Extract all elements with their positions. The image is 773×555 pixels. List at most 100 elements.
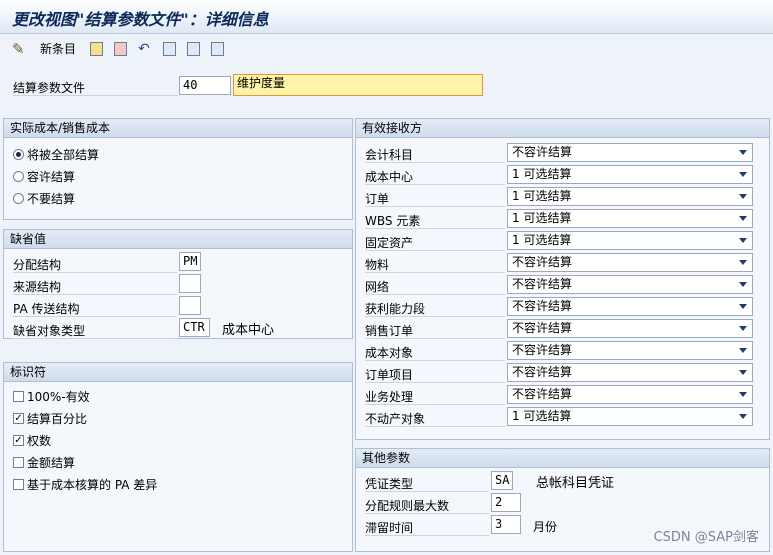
receiver-label: 网络 (365, 280, 390, 294)
receiver-dropdown[interactable]: 不容许结算 (507, 275, 753, 294)
receiver-label: 会计科目 (365, 148, 414, 162)
receiver-dropdown-value: 不容许结算 (512, 255, 573, 269)
checkbox-icon (13, 457, 24, 468)
radio-icon (13, 193, 24, 204)
receiver-dropdown-value: 1 可选结算 (512, 233, 572, 247)
receiver-dropdown[interactable]: 不容许结算 (507, 297, 753, 316)
row-divider (365, 294, 505, 295)
max-distribution-rules-field[interactable]: 2 (491, 493, 521, 512)
residence-time-field[interactable]: 3 (491, 515, 521, 534)
valid-receivers-title: 有效接收方 (356, 119, 769, 138)
chevron-down-icon (739, 304, 747, 309)
default-object-type-field[interactable]: CTR (179, 318, 210, 337)
receiver-dropdown[interactable]: 1 可选结算 (507, 187, 753, 206)
row-divider (365, 535, 489, 536)
allocation-structure-field[interactable]: PM (179, 252, 201, 271)
row-divider (13, 316, 177, 317)
checkbox-label: 100%-有效 (27, 390, 90, 404)
chevron-down-icon (739, 216, 747, 221)
chevron-down-icon (739, 282, 747, 287)
radio-no-settle[interactable]: 不要结算 (13, 190, 75, 207)
row-divider (365, 228, 505, 229)
receiver-dropdown[interactable]: 不容许结算 (507, 385, 753, 404)
previous-entry-icon[interactable] (163, 40, 176, 57)
profile-code-field[interactable]: 40 (179, 76, 231, 95)
row-divider (13, 338, 177, 339)
next-entry-icon[interactable] (187, 40, 200, 57)
document-type-field[interactable]: SA (491, 471, 513, 490)
new-entries-label: 新条目 (40, 42, 77, 56)
chevron-down-icon (739, 392, 747, 397)
receiver-label: 成本中心 (365, 170, 414, 184)
row-divider (365, 206, 505, 207)
radio-allow-settle[interactable]: 容许结算 (13, 168, 75, 185)
checkbox-icon (13, 479, 24, 490)
receiver-dropdown[interactable]: 不容许结算 (507, 253, 753, 272)
pa-transfer-structure-field[interactable] (179, 296, 201, 315)
receiver-dropdown-value: 不容许结算 (512, 299, 573, 313)
source-structure-field[interactable] (179, 274, 201, 293)
residence-time-unit: 月份 (533, 520, 558, 534)
chevron-down-icon (739, 194, 747, 199)
receiver-dropdown[interactable]: 1 可选结算 (507, 231, 753, 250)
row-divider (365, 404, 505, 405)
defaults-title: 缺省值 (4, 230, 352, 249)
receiver-dropdown-value: 1 可选结算 (512, 167, 572, 181)
checkmark-icon: ✓ (13, 413, 24, 424)
radio-selected-icon (13, 149, 24, 160)
profile-underline (13, 95, 178, 96)
chevron-down-icon (739, 326, 747, 331)
checkbox-amount-settlement[interactable]: 金额结算 (13, 454, 75, 471)
checkbox-settle-percentage[interactable]: ✓ 结算百分比 (13, 410, 87, 427)
row-divider (365, 491, 489, 492)
copy-icon[interactable] (90, 40, 103, 57)
receiver-dropdown[interactable]: 1 可选结算 (507, 165, 753, 184)
receiver-dropdown-value: 不容许结算 (512, 277, 573, 291)
receiver-dropdown[interactable]: 1 可选结算 (507, 209, 753, 228)
select-block-icon[interactable] (211, 40, 224, 57)
receiver-label: 固定资产 (365, 236, 414, 250)
application-toolbar: ✎ 新条目 ↶ (0, 36, 773, 62)
new-entries-button[interactable]: 新条目 (40, 40, 76, 57)
defaults-row-label: 分配结构 (13, 258, 62, 272)
receiver-dropdown-value: 不容许结算 (512, 343, 573, 357)
checkbox-weights[interactable]: ✓ 权数 (13, 432, 51, 449)
row-divider (365, 250, 505, 251)
row-divider (365, 382, 505, 383)
receiver-dropdown[interactable]: 1 可选结算 (507, 407, 753, 426)
other-row-label: 滞留时间 (365, 521, 414, 535)
receiver-label: 销售订单 (365, 324, 414, 338)
edit-pencil-icon[interactable]: ✎ (12, 40, 25, 58)
document-type-desc: 总帐科目凭证 (536, 476, 615, 491)
other-params-title: 其他参数 (356, 449, 769, 468)
receiver-dropdown-value: 不容许结算 (512, 321, 573, 335)
receiver-dropdown[interactable]: 不容许结算 (507, 143, 753, 162)
radio-settle-full[interactable]: 将被全部结算 (13, 146, 99, 163)
indicators-title: 标识符 (4, 363, 352, 382)
defaults-row-label: 来源结构 (13, 280, 62, 294)
defaults-row-label: 缺省对象类型 (13, 324, 86, 338)
row-divider (365, 338, 505, 339)
receiver-label: WBS 元素 (365, 214, 421, 228)
delete-icon[interactable] (114, 40, 127, 57)
row-divider (365, 316, 505, 317)
receiver-dropdown[interactable]: 不容许结算 (507, 341, 753, 360)
chevron-down-icon (739, 150, 747, 155)
default-object-type-desc: 成本中心 (222, 323, 275, 338)
checkbox-100-percent-valid[interactable]: 100%-有效 (13, 388, 90, 405)
actual-cost-title: 实际成本/销售成本 (4, 119, 352, 138)
profile-description-field[interactable]: 维护度量 (233, 74, 483, 96)
undo-icon[interactable]: ↶ (138, 40, 150, 57)
receiver-label: 成本对象 (365, 346, 414, 360)
profile-label: 结算参数文件 (13, 81, 86, 95)
row-divider (365, 184, 505, 185)
defaults-row-label: PA 传送结构 (13, 302, 80, 316)
receiver-dropdown-value: 1 可选结算 (512, 189, 572, 203)
checkbox-pa-variance[interactable]: 基于成本核算的 PA 差异 (13, 476, 157, 493)
receiver-label: 获利能力段 (365, 302, 426, 316)
checkbox-icon (13, 391, 24, 402)
receiver-dropdown[interactable]: 不容许结算 (507, 319, 753, 338)
radio-label: 容许结算 (27, 170, 76, 184)
row-divider (13, 272, 177, 273)
receiver-dropdown[interactable]: 不容许结算 (507, 363, 753, 382)
